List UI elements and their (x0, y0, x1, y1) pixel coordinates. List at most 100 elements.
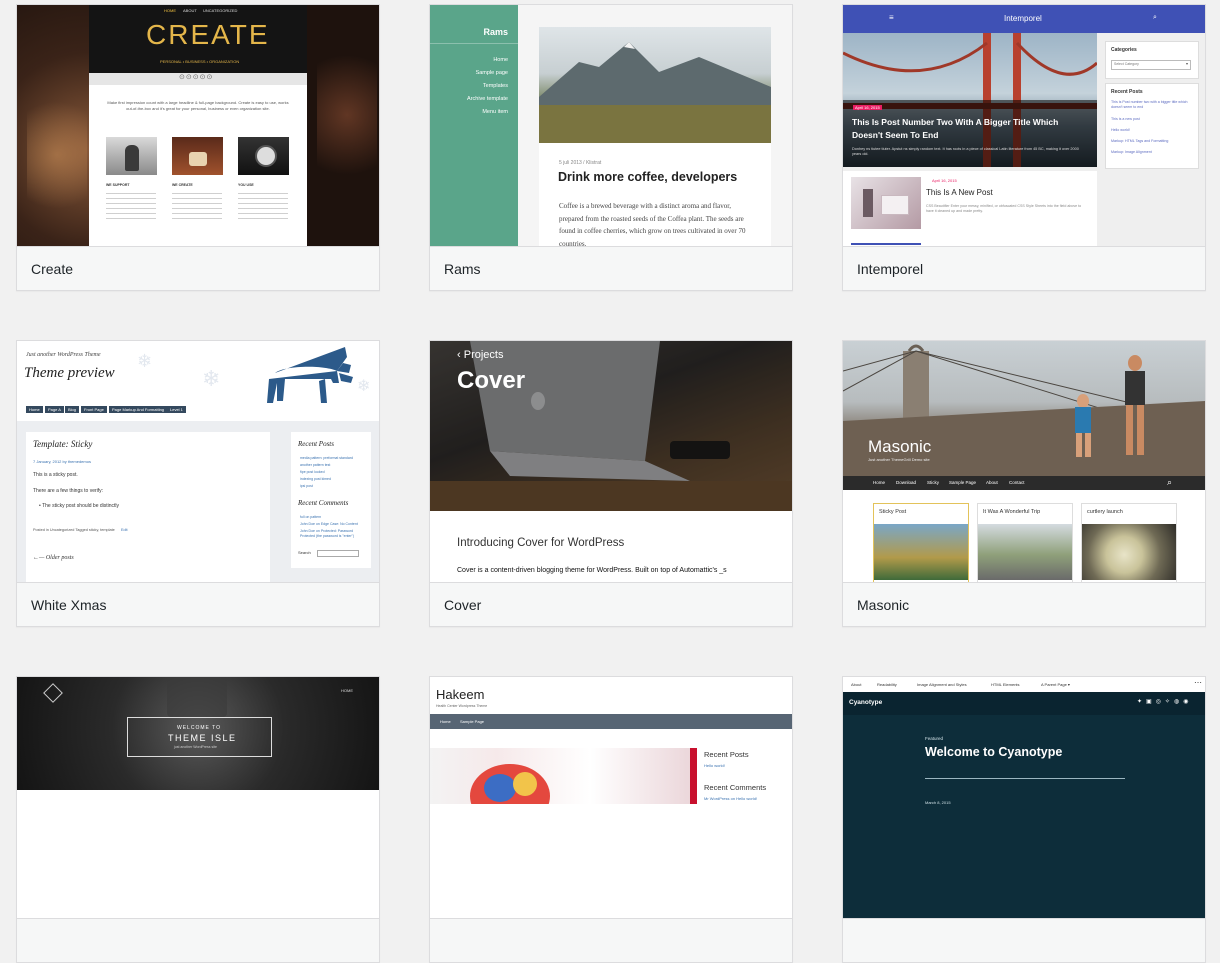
menu-item-sample-page: Sample page (475, 70, 508, 76)
nav-bar (430, 714, 792, 729)
feature-title-3: YOU USE (238, 183, 254, 187)
post-heading: Introducing Cover for WordPress (457, 537, 625, 549)
post-bullet: • The sticky post should be distinctly (39, 503, 120, 509)
recent-comments-title: Recent Comments (704, 783, 767, 792)
intro-text: Make first impression count with a large… (107, 100, 289, 111)
welcome-kicker: WELCOME TO (177, 725, 221, 731)
post-excerpt: Coffee is a brewed beverage with a disti… (559, 202, 746, 246)
theme-name-bar[interactable]: Rams (430, 246, 792, 290)
theme-card-white-xmas[interactable]: ❄ ❄ ❄ Just another WordPress Theme Theme… (16, 340, 380, 627)
page-title: Cover (457, 367, 526, 394)
theme-name-bar[interactable]: Masonic (843, 582, 1205, 626)
site-title: Cyanotype (849, 699, 883, 706)
recent-post-link: This is Post number two with a bigger ti… (1111, 100, 1188, 109)
site-tagline: Health Center Wordpress Theme (436, 704, 488, 708)
theme-name: Masonic (857, 596, 910, 613)
theme-card-cyanotype[interactable]: About Readability Image Alignment and St… (842, 676, 1206, 963)
menu-item-home: Home (493, 57, 508, 63)
theme-screenshot[interactable]: HOME WELCOME TO THEME ISLE just another … (17, 677, 379, 918)
post-title: This Is A New Post (926, 188, 993, 197)
welcome-title: THEME ISLE (168, 733, 237, 743)
reindeer-art (267, 347, 355, 403)
post-date: April 16, 2015 (932, 178, 957, 183)
theme-card-create[interactable]: HOME ABOUT UNCATEGORIZED CREATE PERSONAL… (16, 4, 380, 291)
post-footer-meta: Posted in Uncategorized Tagged sticky, t… (33, 528, 115, 532)
category-select: Select Category ▾ (1111, 60, 1191, 70)
top-menu (843, 677, 1205, 693)
nav-contact: Contact (1009, 480, 1025, 485)
theme-card-masonic[interactable]: Masonic Just another ThemeGrill Demo sit… (842, 340, 1206, 627)
older-posts-label: Older posts (45, 555, 74, 561)
recent-comment: full on pattern (300, 515, 322, 519)
recent-post-link: Hello world! (1111, 128, 1130, 132)
theme-name-bar[interactable] (843, 918, 1205, 962)
nav-front-page: Front Page (81, 406, 107, 413)
nav-home: HOME (341, 688, 353, 693)
post-body: Cover is a content-driven blogging theme… (457, 567, 727, 574)
hero-date: April 16, 2015 (853, 105, 882, 110)
recent-comment: John Doe on Edge Case: No Content (300, 522, 358, 526)
theme-card-hakeem[interactable]: Hakeem Health Center Wordpress Theme Hom… (429, 676, 793, 963)
theme-screenshot[interactable]: Masonic Just another ThemeGrill Demo sit… (843, 341, 1205, 582)
back-link: ‹ Projects (457, 349, 504, 361)
site-subtitle: Just another ThemeGrill Demo site (868, 457, 930, 462)
recent-post-link: Markup: Image Alignment (1111, 150, 1152, 154)
feature-title-2: WE CREATE (172, 183, 193, 187)
theme-card-theme-isle[interactable]: HOME WELCOME TO THEME ISLE just another … (16, 676, 380, 963)
post-card-image (1082, 524, 1176, 580)
post-excerpt: CSS Beautifier Enter your messy, minifie… (926, 204, 1082, 213)
recent-posts-title: Recent Posts (704, 750, 749, 759)
theme-screenshot[interactable]: About Readability Image Alignment and St… (843, 677, 1205, 918)
theme-screenshot[interactable]: ‹ Projects Cover Introducing Cover for W… (430, 341, 792, 582)
menu-item-archive-template: Archive template (467, 96, 508, 102)
post-card-title: curtlery launch (1087, 509, 1123, 515)
menu-html-elements: HTML Elements (991, 682, 1020, 687)
nav-level-1: Level 1 (167, 406, 186, 413)
heart-model-art (470, 748, 697, 804)
theme-screenshot[interactable]: ❄ ❄ ❄ Just another WordPress Theme Theme… (17, 341, 379, 582)
hero-excerpt: Donhey ns tiutee tiuter. Apstut ns simpl… (852, 147, 1079, 156)
social-icons: ⊙⊙⊙⊙⊙ (179, 74, 214, 81)
theme-name: Rams (444, 260, 481, 277)
menu-icon: ≡ (889, 13, 894, 22)
theme-screenshot[interactable]: Rams Home Sample page Templates Archive … (430, 5, 792, 246)
recent-post-link: another pattern test (300, 463, 331, 467)
theme-name-bar[interactable]: White Xmas (17, 582, 379, 626)
featured-label: Featured (925, 736, 944, 741)
post-card-image (874, 524, 968, 580)
sidebar (430, 5, 518, 246)
theme-name-bar[interactable]: Cover (430, 582, 792, 626)
site-title: Intemporel (1004, 14, 1042, 23)
nav-home: Home (26, 406, 43, 413)
categories-label: Categories (1111, 47, 1137, 53)
theme-name: Intemporel (857, 260, 924, 277)
nav-page-markup: Page Markup And Formatting (109, 406, 168, 413)
theme-screenshot[interactable]: HOME ABOUT UNCATEGORIZED CREATE PERSONAL… (17, 5, 379, 246)
nav-blog: Blog (65, 406, 80, 413)
theme-screenshot[interactable]: ≡ Intemporel ⌕ April 16, 2015 This Is Po… (843, 5, 1205, 246)
theme-card-cover[interactable]: ‹ Projects Cover Introducing Cover for W… (429, 340, 793, 627)
theme-name-bar[interactable] (430, 918, 792, 962)
chevron-down-icon: ▾ (1185, 61, 1188, 66)
site-title: CREATE (146, 19, 270, 50)
nav-page-a: Page A (45, 406, 64, 413)
search-label: Search (298, 550, 311, 555)
nav-home: Home (873, 480, 886, 485)
menu-parent-page: A Parent Page ▾ (1041, 682, 1070, 687)
search-icon: ⌕ (1153, 14, 1157, 21)
nav-home: Home (440, 719, 451, 724)
featured-image (430, 748, 697, 804)
theme-screenshot[interactable]: Hakeem Health Center Wordpress Theme Hom… (430, 677, 792, 918)
theme-name-bar[interactable]: Intemporel (843, 246, 1205, 290)
recent-comment: John Doe on Protected: Password Protecte… (300, 529, 355, 538)
menu-readability: Readability (877, 682, 897, 687)
theme-card-rams[interactable]: Rams Home Sample page Templates Archive … (429, 4, 793, 291)
more-icon: ⋯ (1194, 678, 1202, 687)
nav-item-home: HOME (164, 8, 176, 13)
menu-image-alignment: Image Alignment and Styles (917, 682, 967, 687)
theme-name-bar[interactable]: Create (17, 246, 379, 290)
site-title: Hakeem (436, 687, 485, 702)
recent-posts-title: Recent Posts (298, 440, 334, 448)
theme-card-intemporel[interactable]: ≡ Intemporel ⌕ April 16, 2015 This Is Po… (842, 4, 1206, 291)
theme-name-bar[interactable] (17, 918, 379, 962)
